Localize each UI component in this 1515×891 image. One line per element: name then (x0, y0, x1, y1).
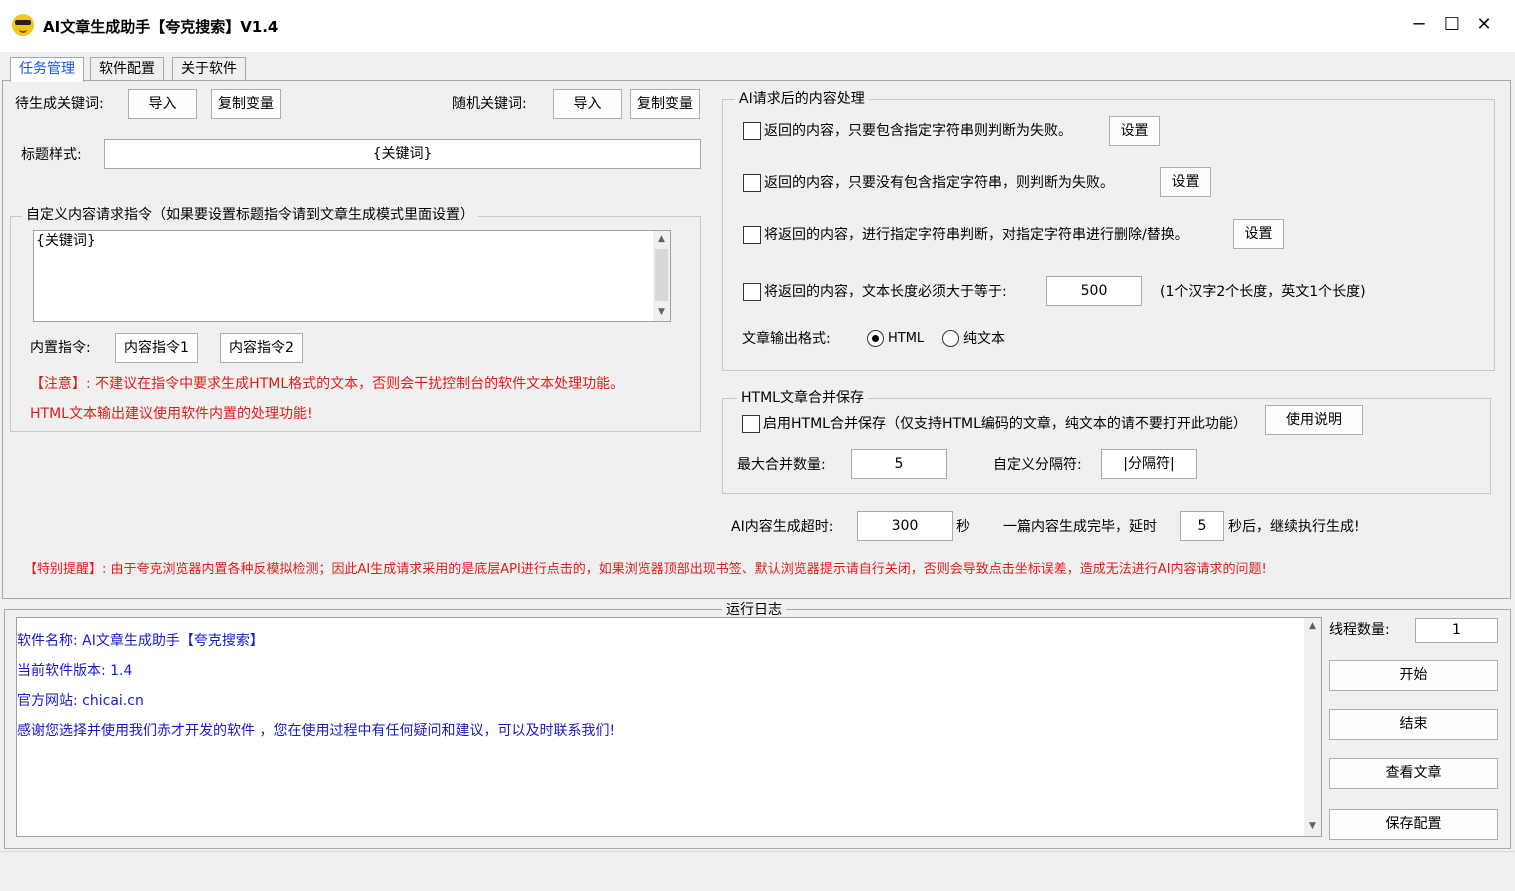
delay-label: 一篇内容生成完毕，延时 (1003, 519, 1157, 535)
special-notice: 【特别提醒】: 由于夸克浏览器内置各种反模拟检测；因此AI生成请求采用的是底层A… (24, 562, 1267, 577)
timeout-label: AI内容生成超时: (731, 519, 834, 535)
timeout-unit: 秒 (956, 519, 970, 535)
rule-1-set-button[interactable]: 设置 (1109, 116, 1160, 146)
status-bar (0, 851, 1515, 891)
html-merge-group (722, 398, 1491, 494)
save-config-button[interactable]: 保存配置 (1329, 809, 1498, 840)
scroll-thumb[interactable] (655, 249, 668, 301)
rule-2-set-button[interactable]: 设置 (1160, 167, 1211, 197)
threads-input[interactable]: 1 (1415, 618, 1498, 643)
merge-help-button[interactable]: 使用说明 (1265, 405, 1363, 435)
format-plain-label: 纯文本 (963, 331, 1005, 347)
random-keywords-label: 随机关键词: (452, 96, 527, 112)
tab-software-config[interactable]: 软件配置 (90, 57, 164, 81)
rule-3-label: 将返回的内容，进行指定字符串判断，对指定字符串进行删除/替换。 (764, 227, 1189, 243)
post-process-legend: AI请求后的内容处理 (735, 90, 869, 108)
custom-prompt-text: {关键词} (36, 233, 96, 249)
custom-prompt-scrollbar[interactable]: ▲ ▼ (653, 231, 670, 321)
view-articles-button[interactable]: 查看文章 (1329, 758, 1498, 789)
delay-input[interactable]: 5 (1180, 511, 1224, 541)
app-icon (12, 14, 34, 36)
max-merge-label: 最大合并数量: (737, 457, 826, 473)
notice-text-1: 【注意】: 不建议在指令中要求生成HTML格式的文本，否则会干扰控制台的软件文本… (30, 376, 625, 392)
builtin-prompt-2-button[interactable]: 内容指令2 (220, 333, 303, 363)
copy-random-variable-button[interactable]: 复制变量 (630, 89, 700, 119)
import-random-keywords-button[interactable]: 导入 (553, 89, 622, 119)
log-line: 官方网站: chicai.cn (17, 693, 144, 709)
rule-3-checkbox[interactable] (743, 226, 761, 244)
builtin-prompt-label: 内置指令: (30, 340, 91, 356)
timeout-input[interactable]: 300 (857, 511, 953, 541)
log-line: 软件名称: AI文章生成助手【夸克搜索】 (17, 633, 264, 649)
start-button[interactable]: 开始 (1329, 660, 1498, 691)
minimize-button[interactable]: ─ (1403, 8, 1435, 42)
rule-1-label: 返回的内容，只要包含指定字符串则判断为失败。 (764, 123, 1072, 139)
threads-label: 线程数量: (1329, 622, 1390, 638)
custom-prompt-legend: 自定义内容请求指令（如果要设置标题指令请到文章生成模式里面设置） (22, 206, 478, 224)
separator-input[interactable]: |分隔符| (1101, 449, 1197, 479)
rule-4-checkbox[interactable] (743, 283, 761, 301)
title-style-input[interactable]: {关键词} (104, 139, 701, 169)
html-merge-legend: HTML文章合并保存 (737, 389, 868, 407)
output-format-label: 文章输出格式: (742, 331, 831, 347)
separator-label: 自定义分隔符: (993, 457, 1082, 473)
import-keywords-button[interactable]: 导入 (128, 89, 197, 119)
rule-3-set-button[interactable]: 设置 (1233, 219, 1284, 249)
delay-suffix: 秒后，继续执行生成! (1228, 519, 1360, 535)
scroll-up-icon[interactable]: ▲ (653, 231, 670, 248)
custom-prompt-textarea[interactable]: {关键词} ▲ ▼ (33, 230, 671, 322)
length-note: (1个汉字2个长度，英文1个长度) (1160, 284, 1366, 300)
tab-about[interactable]: 关于软件 (172, 57, 246, 81)
builtin-prompt-1-button[interactable]: 内容指令1 (115, 333, 198, 363)
html-merge-label: 启用HTML合并保存（仅支持HTML编码的文章，纯文本的请不要打开此功能） (763, 416, 1247, 432)
max-merge-input[interactable]: 5 (851, 449, 947, 479)
format-html-label: HTML (888, 331, 925, 346)
rule-2-checkbox[interactable] (743, 174, 761, 192)
title-style-label: 标题样式: (21, 147, 82, 163)
html-merge-checkbox[interactable] (742, 415, 760, 433)
rule-4-label: 将返回的内容，文本长度必须大于等于: (764, 284, 1007, 300)
window-title: AI文章生成助手【夸克搜索】V1.4 (43, 18, 279, 36)
log-line: 感谢您选择并使用我们赤才开发的软件 ，您在使用过程中有任何疑问和建议，可以及时联… (17, 723, 616, 739)
scroll-down-icon[interactable]: ▼ (653, 304, 670, 321)
scroll-down-icon[interactable]: ▼ (1304, 818, 1321, 835)
scroll-up-icon[interactable]: ▲ (1304, 618, 1321, 635)
tab-task-management[interactable]: 任务管理 (10, 57, 84, 82)
maximize-button[interactable]: ☐ (1436, 8, 1468, 42)
log-textarea[interactable]: 软件名称: AI文章生成助手【夸克搜索】 当前软件版本: 1.4 官方网站: c… (16, 617, 1322, 837)
rule-1-checkbox[interactable] (743, 122, 761, 140)
close-button[interactable]: ✕ (1468, 8, 1500, 42)
format-html-radio[interactable] (867, 330, 884, 347)
stop-button[interactable]: 结束 (1329, 709, 1498, 740)
notice-text-2: HTML文本输出建议使用软件内置的处理功能! (30, 406, 313, 422)
pending-keywords-label: 待生成关键词: (15, 96, 104, 112)
copy-variable-button[interactable]: 复制变量 (211, 89, 281, 119)
log-line: 当前软件版本: 1.4 (17, 663, 133, 679)
log-scrollbar[interactable]: ▲ ▼ (1304, 618, 1321, 836)
rule-2-label: 返回的内容，只要没有包含指定字符串，则判断为失败。 (764, 175, 1114, 191)
min-length-input[interactable]: 500 (1046, 276, 1142, 306)
format-plain-radio[interactable] (942, 330, 959, 347)
